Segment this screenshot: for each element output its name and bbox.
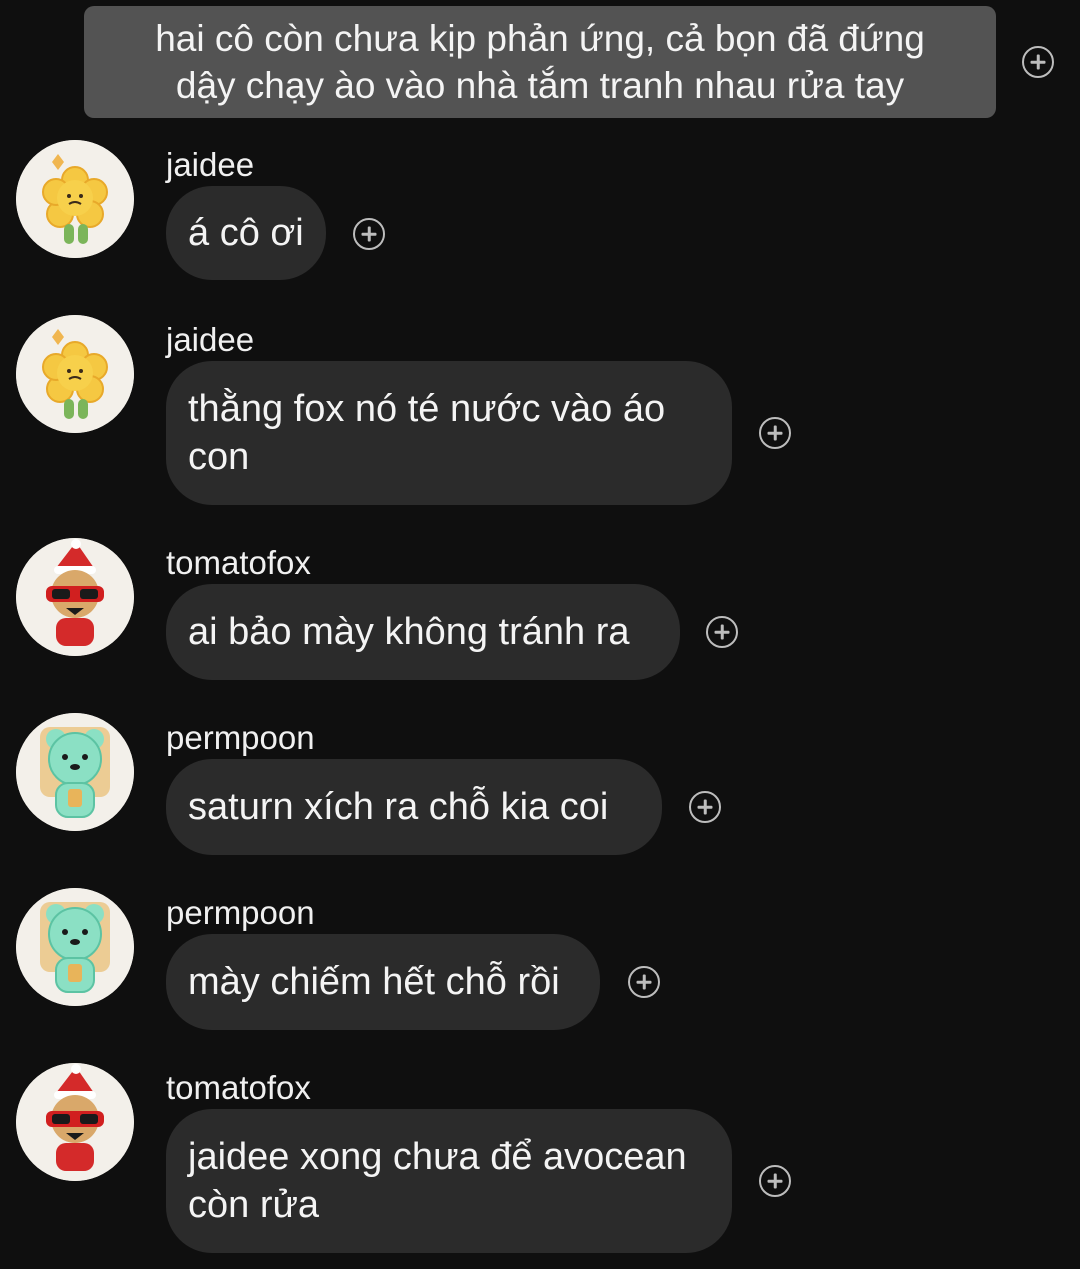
add-reaction-icon[interactable] [628,966,660,998]
narration-row: hai cô còn chưa kịp phản ứng, cả bọn đã … [84,6,1080,118]
sender-name: jaidee [166,321,255,358]
add-reaction-icon[interactable] [689,791,721,823]
chat-screen: hai cô còn chưa kịp phản ứng, cả bọn đã … [0,0,1080,1269]
mint-bear-cookie-avatar[interactable] [16,888,134,1006]
add-reaction-icon[interactable] [759,1165,791,1197]
message-bubble[interactable]: mày chiếm hết chỗ rồi [166,934,600,1030]
sunflower-cookie-avatar[interactable] [16,140,134,258]
sender-name: permpoon [166,894,315,931]
red-fox-cookie-avatar[interactable] [16,538,134,656]
sender-name: permpoon [166,719,315,756]
sender-name: jaidee [166,146,255,183]
add-reaction-icon[interactable] [759,417,791,449]
add-reaction-icon[interactable] [353,218,385,250]
narration-bubble[interactable]: hai cô còn chưa kịp phản ứng, cả bọn đã … [84,6,996,118]
sender-name: tomatofox [166,1069,311,1106]
mint-bear-cookie-avatar[interactable] [16,713,134,831]
add-reaction-icon[interactable] [1022,46,1054,78]
message-bubble[interactable]: ai bảo mày không tránh ra [166,584,680,680]
red-fox-cookie-avatar[interactable] [16,1063,134,1181]
sunflower-cookie-avatar[interactable] [16,315,134,433]
message-bubble[interactable]: saturn xích ra chỗ kia coi [166,759,662,855]
sender-name: tomatofox [166,544,311,581]
message-bubble[interactable]: á cô ơi [166,186,326,280]
message-bubble[interactable]: jaidee xong chưa để avocean còn rửa [166,1109,732,1253]
message-bubble[interactable]: thằng fox nó té nước vào áo con [166,361,732,505]
add-reaction-icon[interactable] [706,616,738,648]
